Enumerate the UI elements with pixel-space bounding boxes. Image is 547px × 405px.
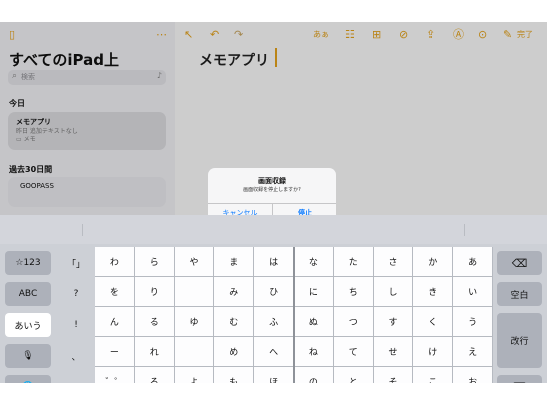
kana-key[interactable]: む — [214, 307, 254, 336]
kana-key[interactable]: み — [214, 277, 254, 306]
kana-key[interactable]: の — [294, 367, 333, 383]
kana-key[interactable]: ー — [95, 337, 134, 366]
kana-key[interactable]: を — [95, 277, 134, 306]
japanese-keyboard: ☆123 ABC あいう 🎙 🌐 「」 ? ! 、 。 わらやまはなたさかあをり… — [0, 215, 547, 383]
kana-key[interactable]: へ — [254, 337, 293, 366]
punct-key[interactable]: 、 — [62, 344, 90, 368]
kana-key[interactable]: ほ — [254, 367, 293, 383]
punct-key[interactable]: 。 — [62, 375, 90, 383]
kana-key[interactable]: め — [214, 337, 254, 366]
kana-key[interactable]: ん — [95, 307, 134, 336]
punct-key[interactable]: 「」 — [62, 251, 90, 275]
mic-icon[interactable]: 🎙 — [5, 344, 51, 368]
kana-key[interactable]: え — [453, 337, 492, 366]
globe-icon[interactable]: 🌐 — [5, 375, 51, 383]
kana-key[interactable]: ち — [333, 277, 373, 306]
kana-key[interactable]: ら — [134, 247, 174, 276]
kana-key[interactable]: り — [134, 277, 174, 306]
kana-key[interactable]: く — [413, 307, 453, 336]
kana-key[interactable]: よ — [174, 367, 214, 383]
kana-key[interactable]: な — [294, 247, 333, 276]
numbers-key[interactable]: ☆123 — [5, 251, 51, 275]
kana-key[interactable]: て — [333, 337, 373, 366]
kana-key[interactable] — [174, 277, 214, 306]
kana-key[interactable]: ね — [294, 337, 333, 366]
punct-key[interactable]: ! — [62, 313, 90, 337]
kana-key[interactable]: ひ — [254, 277, 293, 306]
keyboard-dismiss-icon[interactable]: ⌨ — [497, 375, 542, 383]
kana-key[interactable]: ゛゜ — [95, 367, 134, 383]
kana-key[interactable]: あいう — [5, 313, 51, 337]
kana-key[interactable] — [174, 337, 214, 366]
kana-key[interactable]: れ — [134, 337, 174, 366]
kana-key[interactable]: ま — [214, 247, 254, 276]
alert-title: 画面収録 — [258, 177, 286, 185]
prediction-bar — [0, 215, 547, 244]
prediction-divider — [82, 224, 83, 236]
kana-key[interactable]: し — [373, 277, 413, 306]
kana-key[interactable]: に — [294, 277, 333, 306]
delete-icon[interactable]: ⌫ — [497, 251, 542, 275]
kana-key[interactable]: ふ — [254, 307, 293, 336]
kana-key[interactable]: つ — [333, 307, 373, 336]
kana-key[interactable]: ろ — [134, 367, 174, 383]
kana-key[interactable]: か — [413, 247, 453, 276]
return-key[interactable]: 改行 — [497, 313, 542, 368]
kana-key[interactable]: る — [134, 307, 174, 336]
kana-key[interactable]: や — [174, 247, 214, 276]
kana-key[interactable]: わ — [95, 247, 134, 276]
kana-key[interactable]: ぬ — [294, 307, 333, 336]
kana-key[interactable]: け — [413, 337, 453, 366]
kana-key[interactable]: あ — [453, 247, 492, 276]
kana-key[interactable]: も — [214, 367, 254, 383]
kana-key[interactable]: こ — [413, 367, 453, 383]
alert-message: 画面収録を停止しますか? — [243, 187, 301, 193]
prediction-divider — [464, 224, 465, 236]
kana-key[interactable]: き — [413, 277, 453, 306]
kana-key[interactable]: と — [333, 367, 373, 383]
kana-key[interactable]: い — [453, 277, 492, 306]
abc-key[interactable]: ABC — [5, 282, 51, 306]
grid-divider — [293, 247, 295, 383]
kana-key[interactable]: す — [373, 307, 413, 336]
punct-key[interactable]: ? — [62, 282, 90, 306]
screen: ▯ ⋯ すべてのiPad上 ⌕ 検索 ♪ 今日 メモアプリ 昨日 追加テキストな… — [0, 22, 547, 383]
space-key[interactable]: 空白 — [497, 282, 542, 306]
kana-key[interactable]: ゆ — [174, 307, 214, 336]
kana-key[interactable]: さ — [373, 247, 413, 276]
kana-key[interactable]: は — [254, 247, 293, 276]
kana-key[interactable]: お — [453, 367, 492, 383]
kana-key[interactable]: せ — [373, 337, 413, 366]
kana-key[interactable]: た — [333, 247, 373, 276]
kana-key[interactable]: う — [453, 307, 492, 336]
kana-key[interactable]: そ — [373, 367, 413, 383]
